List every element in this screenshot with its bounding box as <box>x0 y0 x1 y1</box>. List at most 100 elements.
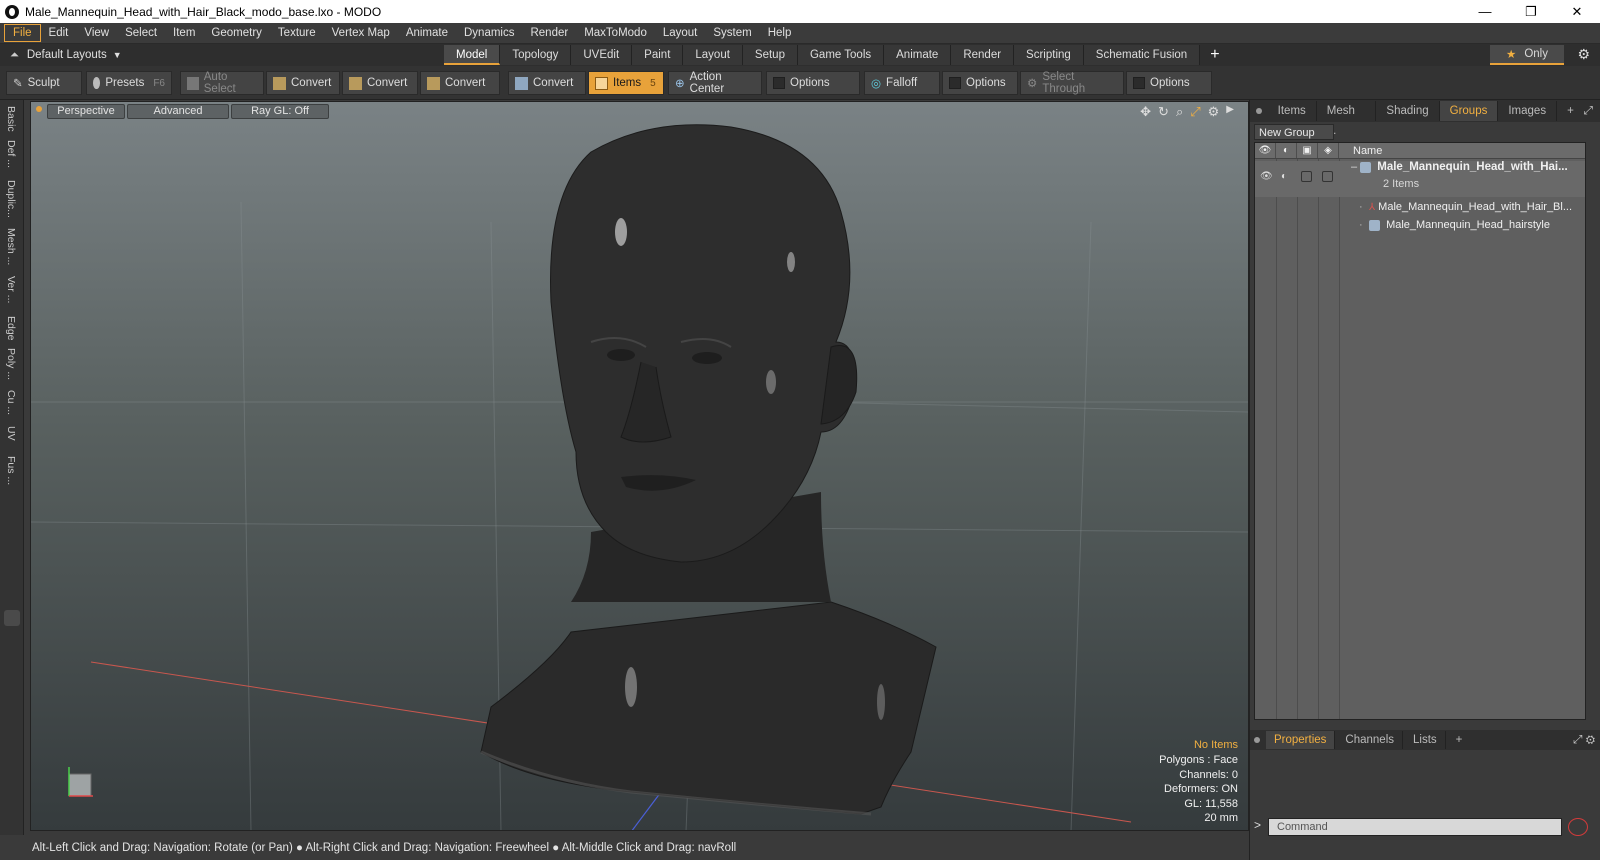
group-render-icon[interactable]: ◐ <box>1281 171 1287 182</box>
viewport-menu-dot[interactable] <box>36 106 42 112</box>
sculpt-button[interactable]: ✎ Sculpt <box>6 71 82 95</box>
left-tab-basic[interactable]: Basic <box>5 106 17 132</box>
tab-mesh[interactable]: Mesh ... <box>1317 101 1377 137</box>
menu-edit[interactable]: Edit <box>41 24 77 42</box>
command-input[interactable]: Command <box>1268 818 1562 836</box>
convert-polygons-button[interactable]: Convert <box>420 71 500 95</box>
tab-groups[interactable]: Groups <box>1439 101 1499 121</box>
left-tab-curve[interactable]: Cu ... <box>5 390 17 415</box>
tab-game-tools[interactable]: Game Tools <box>797 45 885 65</box>
tab-items[interactable]: Items <box>1268 101 1317 121</box>
menu-maxtomodo[interactable]: MaxToModo <box>576 24 655 42</box>
select-header-icon[interactable]: ◈ <box>1318 143 1339 158</box>
menu-layout[interactable]: Layout <box>655 24 706 42</box>
close-button[interactable]: ✕ <box>1554 0 1600 23</box>
menu-item[interactable]: Item <box>165 24 203 42</box>
expand-properties-icon[interactable]: ⤢ ⚙ <box>1573 734 1595 747</box>
add-properties-tab-button[interactable]: + <box>1448 731 1471 749</box>
tab-paint[interactable]: Paint <box>632 45 684 65</box>
left-tab-edge[interactable]: Edge <box>5 316 17 341</box>
menu-geometry[interactable]: Geometry <box>203 24 270 42</box>
only-toggle[interactable]: ★ Only <box>1490 45 1564 65</box>
menu-dynamics[interactable]: Dynamics <box>456 24 522 42</box>
advanced-dropdown[interactable]: Advanced <box>127 104 229 119</box>
tab-schematic-fusion[interactable]: Schematic Fusion <box>1083 45 1201 65</box>
menu-file[interactable]: File <box>4 24 41 42</box>
visibility-header-icon[interactable]: 👁 <box>1255 143 1276 158</box>
menu-system[interactable]: System <box>705 24 759 42</box>
falloff-options-button[interactable]: Options <box>942 71 1018 95</box>
left-tab-deform[interactable]: Def ... <box>5 140 17 168</box>
tab-topology[interactable]: Topology <box>500 45 572 65</box>
new-group-button[interactable]: New Group <box>1254 124 1334 140</box>
tab-lists[interactable]: Lists <box>1405 731 1446 749</box>
left-tab-duplicate[interactable]: Duplic... <box>5 180 17 218</box>
left-tab-polygon[interactable]: Poly ... <box>5 348 17 380</box>
zoom-icon[interactable]: ⌕ <box>1176 104 1183 120</box>
action-center-button[interactable]: ⊕ Action Center <box>668 71 762 95</box>
expand-panel-icon[interactable]: ⤢ <box>1584 105 1593 118</box>
menu-texture[interactable]: Texture <box>270 24 324 42</box>
tab-setup[interactable]: Setup <box>742 45 798 65</box>
tab-layout[interactable]: Layout <box>683 45 743 65</box>
falloff-button[interactable]: ◎ Falloff <box>864 71 940 95</box>
action-center-options-button[interactable]: Options <box>766 71 860 95</box>
left-tab-vertex[interactable]: Ver ... <box>5 276 17 303</box>
lock-header-icon[interactable]: ▣ <box>1297 143 1318 158</box>
menu-animate[interactable]: Animate <box>398 24 456 42</box>
expand-toolbox-button[interactable] <box>4 610 20 626</box>
panel-menu-dot[interactable] <box>1256 108 1262 114</box>
select-through-button[interactable]: ⚙ Select Through <box>1020 71 1124 95</box>
perspective-dropdown[interactable]: Perspective <box>47 104 125 119</box>
viewport-settings-icon[interactable]: ⚙ <box>1208 104 1220 120</box>
gear-icon[interactable]: ⚙ <box>1577 46 1590 63</box>
add-tab-button[interactable]: + <box>1200 45 1229 65</box>
layout-collapse-icon[interactable]: ⏶ <box>10 49 19 62</box>
command-history-button[interactable] <box>1568 818 1588 836</box>
tab-model[interactable]: Model <box>444 45 501 65</box>
options-checkbox[interactable] <box>1133 77 1145 89</box>
menu-select[interactable]: Select <box>117 24 165 42</box>
default-layouts-dropdown[interactable]: Default Layouts ▼ <box>27 49 147 61</box>
minimize-button[interactable]: — <box>1462 0 1508 23</box>
fit-icon[interactable]: ⤢ <box>1190 104 1200 120</box>
group-select-checkbox[interactable] <box>1322 171 1333 182</box>
menu-view[interactable]: View <box>76 24 117 42</box>
tab-images[interactable]: Images <box>1498 101 1558 121</box>
tab-render[interactable]: Render <box>951 45 1015 65</box>
add-panel-tab-button[interactable]: + <box>1557 101 1584 121</box>
convert-edges-button[interactable]: Convert <box>342 71 418 95</box>
convert-vertices-button[interactable]: Convert <box>266 71 340 95</box>
tab-uvedit[interactable]: UVEdit <box>571 45 633 65</box>
options-checkbox[interactable] <box>773 77 785 89</box>
convert-materials-button[interactable]: Convert <box>508 71 586 95</box>
items-mode-button[interactable]: Items 5 <box>588 71 664 95</box>
options-checkbox[interactable] <box>949 77 961 89</box>
menu-render[interactable]: Render <box>522 24 576 42</box>
tab-shading[interactable]: Shading <box>1376 101 1440 121</box>
panel-menu-dot[interactable] <box>1254 737 1260 743</box>
tab-channels[interactable]: Channels <box>1337 731 1404 749</box>
left-tab-fusion[interactable]: Fus ... <box>5 456 17 485</box>
presets-button[interactable]: Presets F6 <box>86 71 172 95</box>
select-through-options-button[interactable]: Options <box>1126 71 1212 95</box>
restore-button[interactable]: ❐ <box>1508 0 1554 23</box>
group-lock-checkbox[interactable] <box>1301 171 1312 182</box>
tab-scripting[interactable]: Scripting <box>1014 45 1084 65</box>
group-visibility-icon[interactable]: 👁 <box>1260 171 1273 182</box>
expand-arrow-icon[interactable]: ▶ <box>1226 104 1234 120</box>
3d-viewport[interactable]: Perspective Advanced Ray GL: Off ✥ ↻ ⌕ ⤢… <box>30 101 1249 831</box>
tab-animate[interactable]: Animate <box>884 45 952 65</box>
group-row[interactable]: 👁 ◐ – Male_Mannequin_Head_with_Hai... 2 … <box>1255 161 1585 197</box>
pan-icon[interactable]: ✥ <box>1140 104 1151 120</box>
menu-help[interactable]: Help <box>760 24 800 42</box>
tree-row-hairstyle[interactable]: · Male_Mannequin_Head_hairstyle <box>1255 217 1585 235</box>
left-tab-mesh[interactable]: Mesh ... <box>5 228 17 265</box>
tab-properties[interactable]: Properties <box>1266 731 1336 749</box>
render-header-icon[interactable]: ◐ <box>1276 143 1297 158</box>
tree-row-mesh[interactable]: · ⅄ Male_Mannequin_Head_with_Hair_Bl... <box>1255 199 1585 217</box>
auto-select-button[interactable]: Auto Select <box>180 71 264 95</box>
ray-gl-toggle[interactable]: Ray GL: Off <box>231 104 329 119</box>
rotate-icon[interactable]: ↻ <box>1158 104 1169 120</box>
left-tab-uv[interactable]: UV <box>5 426 17 441</box>
